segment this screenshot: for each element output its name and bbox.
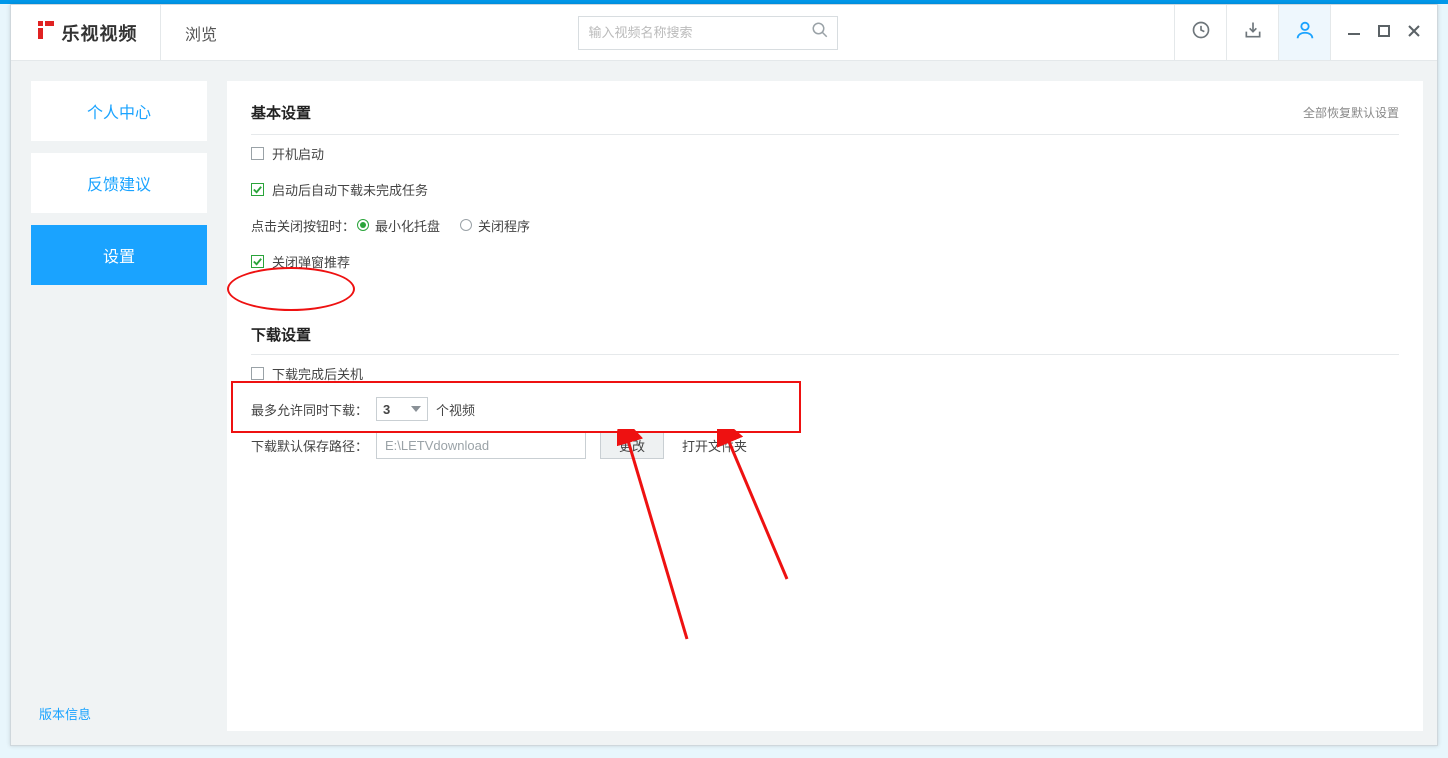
- max-dl-value: 3: [383, 402, 390, 417]
- downloads-button[interactable]: [1226, 5, 1278, 60]
- section-basic-head: 基本设置 全部恢复默认设置: [251, 91, 1399, 135]
- row-shutdown: 下载完成后关机: [251, 355, 1399, 391]
- row-resume-dl: 启动后自动下载未完成任务: [251, 171, 1399, 207]
- maximize-icon: [1378, 24, 1390, 42]
- row-popup-off: 关闭弹窗推荐: [251, 243, 1399, 279]
- sidebar-item-feedback[interactable]: 反馈建议: [31, 153, 207, 213]
- version-link[interactable]: 版本信息: [31, 698, 207, 729]
- logo-cell: 乐视视频: [11, 5, 161, 60]
- radio-min-tray-label: 最小化托盘: [375, 216, 440, 235]
- maximize-button[interactable]: [1369, 5, 1399, 61]
- reset-defaults-link[interactable]: 全部恢复默认设置: [1303, 104, 1399, 121]
- sidebar-item-profile[interactable]: 个人中心: [31, 81, 207, 141]
- max-dl-select[interactable]: 3: [376, 397, 428, 421]
- close-icon: [1408, 24, 1420, 42]
- download-icon: [1243, 20, 1263, 45]
- radio-min-tray[interactable]: [357, 219, 369, 231]
- search-box: [578, 16, 838, 50]
- sidebar-item-label: 反馈建议: [87, 171, 151, 195]
- radio-exit[interactable]: [460, 219, 472, 231]
- window-controls: [1330, 5, 1437, 60]
- row-close-action: 点击关闭按钮时： 最小化托盘 关闭程序: [251, 207, 1399, 243]
- minimize-button[interactable]: [1339, 5, 1369, 61]
- search-button[interactable]: [803, 16, 837, 50]
- dl-path-prefix: 下载默认保存路径：: [251, 436, 368, 455]
- close-button[interactable]: [1399, 5, 1429, 61]
- sidebar: 个人中心 反馈建议 设置 版本信息: [11, 61, 227, 745]
- checkbox-autostart[interactable]: [251, 147, 264, 160]
- client-area: 个人中心 反馈建议 设置 版本信息 基本设置 全部恢复默认设置: [11, 61, 1437, 745]
- letv-logo-icon: [34, 18, 58, 47]
- checkbox-popup-off[interactable]: [251, 255, 264, 268]
- search-wrap: [578, 5, 838, 60]
- row-autostart: 开机启动: [251, 135, 1399, 171]
- popup-off-label: 关闭弹窗推荐: [272, 252, 350, 271]
- clock-icon: [1191, 20, 1211, 45]
- dl-path-input[interactable]: [376, 431, 586, 459]
- titlebar: 乐视视频 浏览: [11, 5, 1437, 61]
- shutdown-label: 下载完成后关机: [272, 364, 363, 383]
- section-download-head: 下载设置: [251, 315, 1399, 355]
- sidebar-item-label: 个人中心: [87, 99, 151, 123]
- nav-browse[interactable]: 浏览: [161, 5, 241, 60]
- version-link-label: 版本信息: [39, 707, 91, 722]
- max-dl-suffix: 个视频: [436, 400, 475, 419]
- account-button[interactable]: [1278, 5, 1330, 60]
- search-input[interactable]: [579, 25, 803, 40]
- checkbox-resume-dl[interactable]: [251, 183, 264, 196]
- row-max-dl: 最多允许同时下载： 3 个视频: [251, 391, 1399, 427]
- app-window: 乐视视频 浏览: [10, 4, 1438, 746]
- sidebar-item-label: 设置: [103, 243, 135, 267]
- sidebar-item-settings[interactable]: 设置: [31, 225, 207, 285]
- max-dl-prefix: 最多允许同时下载：: [251, 400, 368, 419]
- search-icon: [811, 21, 829, 44]
- titlebar-right: [1174, 5, 1437, 60]
- row-dl-path: 下载默认保存路径： 更改 打开文件夹: [251, 427, 1399, 463]
- change-path-button[interactable]: 更改: [600, 431, 664, 459]
- chevron-down-icon: [411, 406, 421, 412]
- autostart-label: 开机启动: [272, 144, 324, 163]
- section-basic-title: 基本设置: [251, 102, 311, 123]
- settings-content: 基本设置 全部恢复默认设置 开机启动 启动后自动下载未完成任务 点击关闭按钮时：: [227, 81, 1423, 731]
- close-action-prefix: 点击关闭按钮时：: [251, 216, 355, 235]
- resume-dl-label: 启动后自动下载未完成任务: [272, 180, 428, 199]
- checkbox-shutdown[interactable]: [251, 367, 264, 380]
- radio-exit-label: 关闭程序: [478, 216, 530, 235]
- nav-browse-label: 浏览: [185, 21, 217, 45]
- open-folder-link[interactable]: 打开文件夹: [682, 436, 747, 455]
- minimize-icon: [1347, 23, 1361, 42]
- user-icon: [1294, 19, 1316, 46]
- section-download-title: 下载设置: [251, 324, 311, 345]
- history-button[interactable]: [1174, 5, 1226, 60]
- app-name: 乐视视频: [62, 20, 138, 46]
